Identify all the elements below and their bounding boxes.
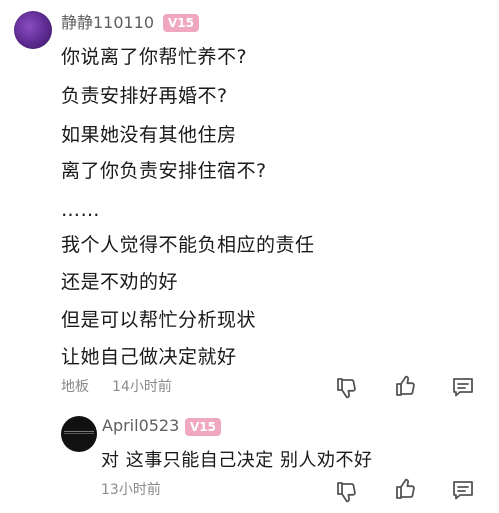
thumbs-down-icon[interactable] (335, 376, 359, 400)
reply-text: 对 这事只能自己决定 别人劝不好 (101, 450, 373, 471)
comment-text-line: …… (61, 199, 100, 221)
avatar[interactable] (14, 11, 52, 49)
comment-time: 14小时前 (112, 379, 172, 395)
comment-text-line: 你说离了你帮忙养不? (61, 46, 248, 68)
comment-text-line: 如果她没有其他住房 (61, 124, 237, 146)
comment-icon[interactable] (451, 375, 475, 399)
reply-username[interactable]: April0523 (102, 416, 179, 436)
thumbs-up-icon[interactable] (394, 477, 418, 501)
username[interactable]: 静静110110 (61, 13, 154, 33)
comment-text-line: 还是不劝的好 (61, 271, 179, 293)
thumbs-down-icon[interactable] (335, 480, 359, 504)
comment-text-line: 我个人觉得不能负相应的责任 (61, 234, 315, 256)
level-badge: V15 (185, 418, 221, 436)
avatar[interactable] (61, 416, 97, 452)
comment-text-line: 负责安排好再婚不? (61, 85, 228, 107)
comment-icon[interactable] (451, 478, 475, 502)
thumbs-up-icon[interactable] (394, 374, 418, 398)
level-badge: V15 (163, 14, 199, 32)
comment-text-line: 离了你负责安排住宿不? (61, 160, 267, 182)
comment-text-line: 但是可以帮忙分析现状 (61, 309, 257, 331)
comment-text-line: 让她自己做决定就好 (61, 346, 237, 368)
comment-location: 地板 (61, 379, 89, 395)
reply-time: 13小时前 (101, 482, 161, 498)
